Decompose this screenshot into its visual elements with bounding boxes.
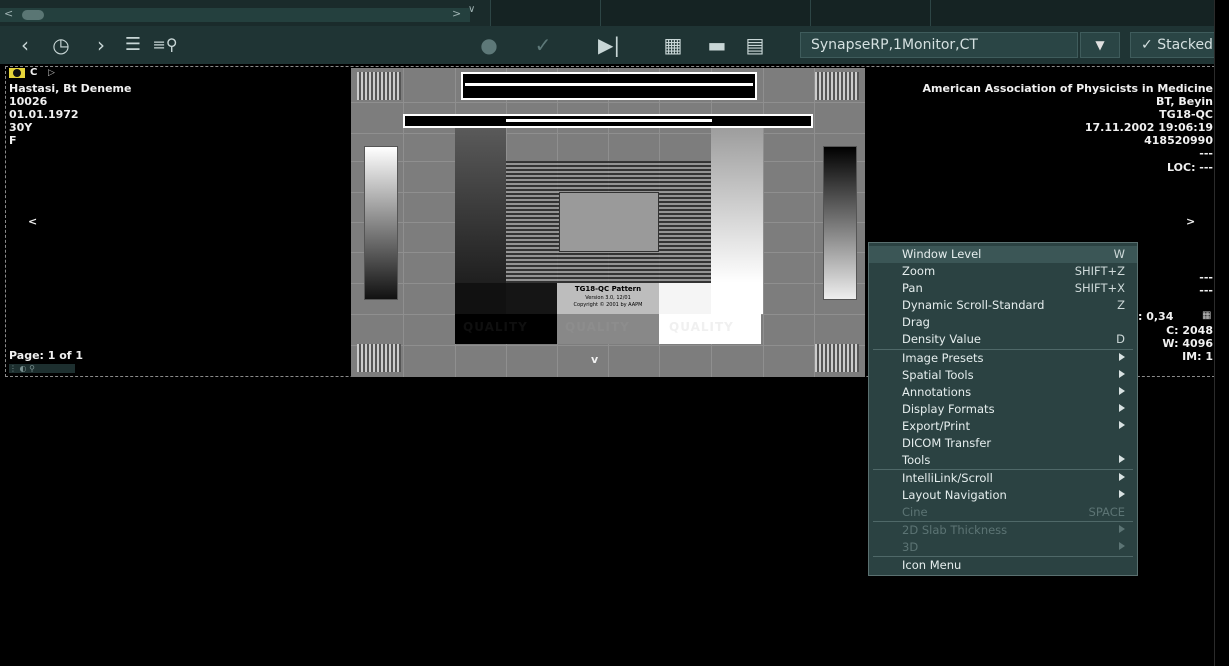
submenu-arrow-icon bbox=[1119, 490, 1125, 498]
submenu-arrow-icon bbox=[1119, 542, 1125, 550]
menu-item-2d-slab-thickness[interactable]: 2D Slab Thickness bbox=[869, 522, 1137, 539]
submenu-arrow-icon bbox=[1119, 353, 1125, 361]
study-description: BT, Beyin bbox=[1156, 95, 1213, 108]
layout-select[interactable]: SynapseRP,1Monitor,CT ▼ bbox=[800, 32, 1122, 58]
next-image-arrow[interactable]: > bbox=[1186, 215, 1195, 229]
skip-next-icon[interactable]: ▶| bbox=[596, 32, 622, 58]
quality-text-dark: QUALITY bbox=[463, 320, 528, 334]
submenu-arrow-icon bbox=[1119, 370, 1125, 378]
submenu-arrow-icon bbox=[1119, 525, 1125, 533]
horizontal-scrollbar[interactable]: < > bbox=[0, 7, 470, 22]
menu-item-dynamic-scroll[interactable]: Dynamic Scroll-Standard Z bbox=[869, 297, 1137, 314]
study-datetime: 17.11.2002 19:06:19 bbox=[1084, 121, 1213, 134]
top-strip: < > ∨ bbox=[0, 0, 1229, 26]
layout-grid-icon[interactable]: ▦ bbox=[660, 32, 686, 58]
menu-item-display-formats[interactable]: Display Formats bbox=[869, 401, 1137, 418]
submenu-arrow-icon bbox=[1119, 473, 1125, 481]
chevron-down-icon[interactable]: ∨ bbox=[468, 4, 475, 15]
menu-item-export-print[interactable]: Export/Print bbox=[869, 418, 1137, 435]
phantom-title: TG18-QC Pattern bbox=[574, 285, 642, 293]
menu-item-dicom-transfer[interactable]: DICOM Transfer bbox=[869, 435, 1137, 452]
document-icon[interactable]: ▤ bbox=[742, 32, 768, 58]
list-icon[interactable]: ☰ bbox=[120, 32, 146, 58]
menu-item-intellilink-scroll[interactable]: IntelliLink/Scroll bbox=[869, 470, 1137, 487]
submenu-arrow-icon bbox=[1119, 404, 1125, 412]
menu-item-image-presets[interactable]: Image Presets bbox=[869, 350, 1137, 367]
top-tab-segment[interactable] bbox=[490, 0, 601, 26]
menu-item-annotations[interactable]: Annotations bbox=[869, 384, 1137, 401]
accession-number: 418520990 bbox=[1144, 134, 1213, 147]
top-tab-segment[interactable] bbox=[930, 0, 1229, 26]
menu-item-pan[interactable]: Pan SHIFT+X bbox=[869, 280, 1137, 297]
mini-tools-bar[interactable]: ⋮ ◐ ⚲ bbox=[9, 364, 75, 373]
menu-item-drag[interactable]: Drag bbox=[869, 314, 1137, 331]
menu-item-layout-navigation[interactable]: Layout Navigation bbox=[869, 487, 1137, 504]
search-list-icon[interactable]: ≡⚲ bbox=[152, 32, 178, 58]
folder-icon[interactable]: ▬ bbox=[704, 32, 730, 58]
series-indicator[interactable] bbox=[9, 68, 25, 78]
birth-date: 01.01.1972 bbox=[9, 108, 79, 121]
stacked-label: Stacked bbox=[1157, 37, 1213, 53]
top-tab-segment[interactable] bbox=[810, 0, 931, 26]
context-menu: Window Level W Zoom SHIFT+Z Pan SHIFT+X … bbox=[868, 242, 1138, 576]
patient-name: Hastasi, Bt Deneme bbox=[9, 82, 132, 95]
forward-arrow-icon[interactable]: › bbox=[88, 32, 114, 58]
history-icon[interactable]: ◷ bbox=[48, 32, 74, 58]
menu-item-icon-menu[interactable]: Icon Menu bbox=[869, 557, 1137, 574]
menu-item-zoom[interactable]: Zoom SHIFT+Z bbox=[869, 263, 1137, 280]
scrollbar-thumb[interactable] bbox=[22, 10, 44, 20]
page-indicator: Page: 1 of 1 bbox=[9, 349, 84, 362]
record-dot-icon bbox=[13, 69, 21, 77]
phantom-version: Version 3.0, 12/01 bbox=[585, 295, 631, 301]
overlay-dash: --- bbox=[1199, 147, 1213, 160]
scroll-right-icon[interactable]: > bbox=[452, 7, 461, 20]
quality-text-mid: QUALITY bbox=[565, 320, 630, 334]
submenu-arrow-icon bbox=[1119, 421, 1125, 429]
tg18-qc-phantom-image[interactable]: TG18-QC Pattern Version 3.0, 12/01 Copyr… bbox=[351, 68, 865, 377]
scroll-left-icon[interactable]: < bbox=[4, 7, 13, 20]
menu-item-density-value[interactable]: Density Value D bbox=[869, 331, 1137, 348]
quality-text-light: QUALITY bbox=[669, 320, 734, 334]
patient-age: 30Y bbox=[9, 121, 33, 134]
phantom-copyright: Copyright © 2001 by AAPM bbox=[573, 302, 643, 308]
patient-sex: F bbox=[9, 134, 17, 147]
submenu-arrow-icon bbox=[1119, 455, 1125, 463]
back-arrow-icon[interactable]: ‹ bbox=[12, 32, 38, 58]
chevron-down-icon[interactable]: ▼ bbox=[1080, 32, 1120, 58]
microphone-icon[interactable]: ● bbox=[476, 32, 502, 58]
menu-item-window-level[interactable]: Window Level W bbox=[869, 246, 1137, 263]
link-icon[interactable]: ▷ bbox=[48, 68, 55, 78]
institution-name: American Association of Physicists in Me… bbox=[922, 82, 1213, 95]
series-description: TG18-QC bbox=[1159, 108, 1213, 121]
menu-item-3d[interactable]: 3D bbox=[869, 539, 1137, 556]
overlay-dash: --- bbox=[1199, 284, 1213, 297]
slice-location: LOC: --- bbox=[1167, 161, 1213, 174]
checkmark-icon: ✓ bbox=[1141, 37, 1153, 53]
prev-image-arrow[interactable]: < bbox=[28, 215, 37, 229]
checkmark-icon[interactable]: ✓ bbox=[530, 32, 556, 58]
submenu-arrow-icon bbox=[1119, 387, 1125, 395]
overlay-dash: --- bbox=[1199, 271, 1213, 284]
patient-id: 10026 bbox=[9, 95, 48, 108]
menu-item-tools[interactable]: Tools bbox=[869, 452, 1137, 469]
toolbar: ‹ ◷ › ☰ ≡⚲ ● ✓ ▶| ▦ ▬ ▤ SynapseRP,1Monit… bbox=[0, 26, 1229, 64]
menu-item-cine[interactable]: Cine SPACE bbox=[869, 504, 1137, 521]
top-tab-segment[interactable] bbox=[600, 0, 811, 26]
scroll-down-arrow[interactable]: v bbox=[591, 353, 598, 367]
layout-select-value[interactable]: SynapseRP,1Monitor,CT bbox=[800, 32, 1078, 58]
orientation-marker: C bbox=[30, 67, 38, 78]
zoom-icon[interactable]: ▦ bbox=[1202, 310, 1211, 321]
zoom-factor: : 0,34 bbox=[1138, 310, 1174, 323]
menu-item-spatial-tools[interactable]: Spatial Tools bbox=[869, 367, 1137, 384]
right-edge-panel bbox=[1214, 0, 1229, 666]
